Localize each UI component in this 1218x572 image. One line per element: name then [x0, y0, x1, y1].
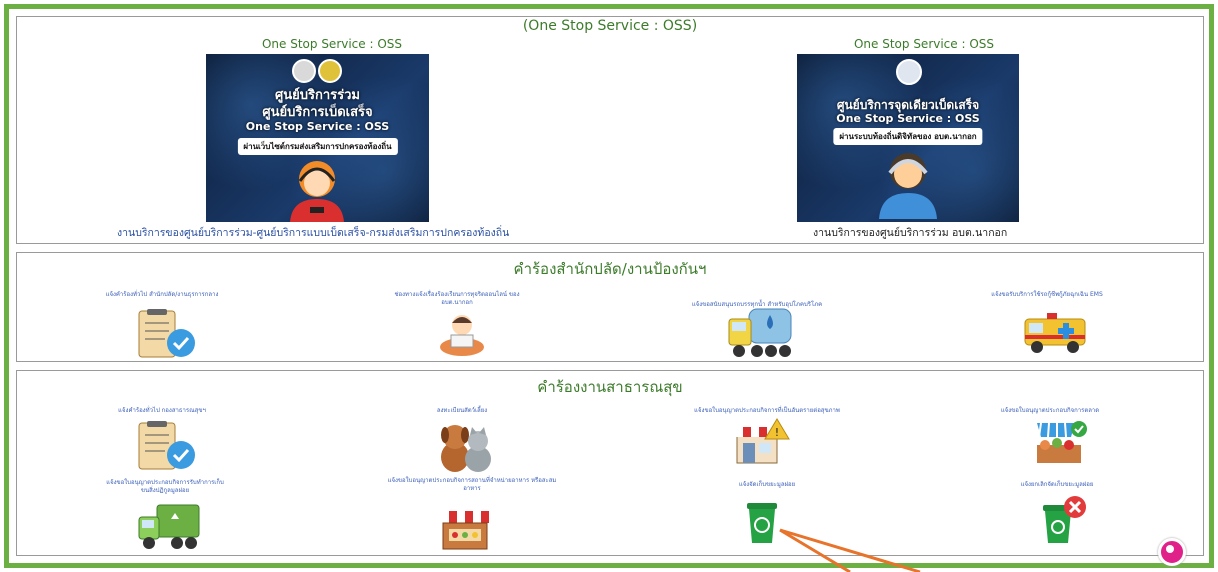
- service-item[interactable]: ลงทะเบียนสัตว์เลี้ยง: [407, 407, 517, 415]
- oss-heading-2: One Stop Service : OSS: [853, 37, 995, 51]
- service-item[interactable]: แจ้งยกเลิกจัดเก็บขยะมูลฝอย: [997, 481, 1117, 489]
- clipboard-check-icon[interactable]: [137, 421, 199, 471]
- oss-heading-1: One Stop Service : OSS: [261, 37, 403, 51]
- section-public-health: คำร้องงานสาธารณสุข แจ้งคำร้องทั่วไป กองส…: [16, 370, 1204, 556]
- banner-pill: ผ่านเว็บไซต์กรมส่งเสริมการปกครองท้องถิ่น: [237, 138, 398, 155]
- service-item[interactable]: แจ้งขอใบอนุญาตประกอบกิจการสถานที่จำหน่าย…: [382, 477, 562, 493]
- banner-text: ศูนย์บริการเบ็ดเสร็จ: [262, 105, 373, 120]
- service-item[interactable]: แจ้งขอใบอนุญาตประกอบกิจการที่เป็นอันตราย…: [677, 407, 857, 415]
- service-item[interactable]: แจ้งจัดเก็บขยะมูลฝอย: [707, 481, 827, 489]
- service-label: แจ้งขอรับบริการใช้รถกู้ชีพกู้ภัยฉุกเฉิน …: [991, 291, 1103, 298]
- section-title: คำร้องงานสาธารณสุข: [537, 378, 683, 396]
- water-truck-icon[interactable]: [727, 305, 793, 359]
- service-label: แจ้งขอใบอนุญาตประกอบกิจการตลาด: [1000, 407, 1100, 414]
- garbage-truck-icon[interactable]: [137, 501, 201, 551]
- banner-pill: ผ่านระบบท้องถิ่นดิจิทัลของ อบต.นากอก: [833, 128, 983, 145]
- service-label: แจ้งขอใบอนุญาตประกอบกิจการที่เป็นอันตราย…: [694, 407, 840, 414]
- emblem-icon: [292, 59, 316, 83]
- ambulance-icon[interactable]: [1023, 307, 1087, 355]
- service-label: แจ้งขอใบอนุญาตประกอบกิจการรับทำการเก็บ ข…: [106, 479, 224, 494]
- service-item[interactable]: ช่องทางแจ้งเรื่องร้องเรียนการทุจริตออนไล…: [387, 291, 527, 307]
- page-title: (One Stop Service : OSS): [522, 18, 698, 34]
- svg-text:!: !: [775, 426, 779, 439]
- oss-section: (One Stop Service : OSS) One Stop Servic…: [16, 16, 1204, 244]
- bin-cancel-icon[interactable]: [1041, 495, 1087, 545]
- service-item[interactable]: แจ้งขอรับบริการใช้รถกู้ชีพกู้ภัยฉุกเฉิน …: [977, 291, 1117, 299]
- call-center-man-icon: [879, 153, 937, 219]
- service-label: แจ้งขอใบอนุญาตประกอบกิจการสถานที่จำหน่าย…: [387, 477, 557, 492]
- service-label: ลงทะเบียนสัตว์เลี้ยง: [436, 407, 488, 414]
- annotation-arrow: [779, 528, 921, 572]
- service-label: ช่องทางแจ้งเรื่องร้องเรียนการทุจริตออนไล…: [394, 291, 520, 306]
- oss-banner-2[interactable]: ศูนย์บริการจุดเดียวเบ็ดเสร็จ One Stop Se…: [797, 54, 1019, 222]
- service-item[interactable]: แจ้งคำร้องทั่วไป สำนักปลัด/งานธุรการกลาง: [77, 291, 247, 299]
- oss-caption-2[interactable]: งานบริการของศูนย์บริการร่วม อบต.นากอก: [813, 224, 1007, 241]
- shop-warning-icon[interactable]: !: [731, 417, 791, 465]
- call-center-woman-icon: [290, 161, 344, 222]
- banner-text: One Stop Service : OSS: [245, 120, 390, 133]
- section-title: คำร้องสำนักปลัด/งานป้องกันฯ: [513, 260, 707, 278]
- banner-text: One Stop Service : OSS: [836, 112, 980, 125]
- service-item[interactable]: แจ้งขอใบอนุญาตประกอบกิจการตลาด: [985, 407, 1115, 415]
- emblem-icon: [896, 59, 922, 85]
- service-item[interactable]: แจ้งขอใบอนุญาตประกอบกิจการรับทำการเก็บ ข…: [105, 479, 225, 495]
- service-label: แจ้งคำร้องทั่วไป สำนักปลัด/งานธุรการกลาง: [105, 291, 219, 298]
- clipboard-check-icon[interactable]: [137, 309, 199, 359]
- chat-eye-icon: [1166, 545, 1174, 553]
- pets-icon[interactable]: [435, 419, 495, 473]
- section-saw-office: คำร้องสำนักปลัด/งานป้องกันฯ แจ้งคำร้องทั…: [16, 252, 1204, 362]
- market-icon[interactable]: [1031, 419, 1089, 469]
- food-shop-icon[interactable]: [437, 501, 493, 551]
- service-item[interactable]: แจ้งคำร้องทั่วไป กองสาธารณสุขฯ: [77, 407, 247, 415]
- service-label: แจ้งจัดเก็บขยะมูลฝอย: [738, 481, 796, 488]
- oss-banner-1[interactable]: ศูนย์บริการร่วม ศูนย์บริการเบ็ดเสร็จ One…: [206, 54, 429, 222]
- service-label: แจ้งคำร้องทั่วไป กองสาธารณสุขฯ: [118, 407, 206, 414]
- oss-caption-1[interactable]: งานบริการของศูนย์บริการร่วม-ศูนย์บริการแ…: [117, 224, 509, 241]
- emblem-icon: [318, 59, 342, 83]
- chat-widget[interactable]: [1150, 528, 1190, 566]
- complaint-person-icon[interactable]: [437, 309, 487, 357]
- service-label: แจ้งยกเลิกจัดเก็บขยะมูลฝอย: [1020, 481, 1094, 488]
